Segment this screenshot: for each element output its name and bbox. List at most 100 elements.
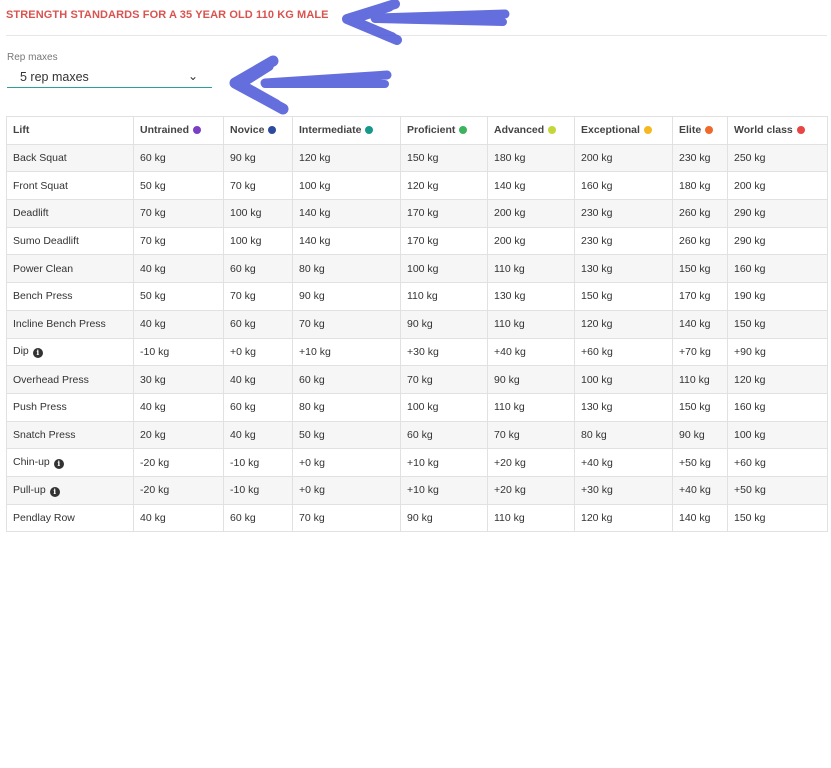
standard-value-cell: 150 kg — [672, 392, 728, 422]
standard-value-cell: 110 kg — [672, 365, 728, 394]
standard-value-cell: 80 kg — [574, 420, 673, 450]
standard-value-cell: 110 kg — [487, 254, 575, 284]
standard-value-cell: 90 kg — [672, 420, 728, 450]
standard-value-cell: 100 kg — [727, 420, 828, 450]
standard-value-cell: 130 kg — [574, 392, 673, 422]
standard-value-cell: +0 kg — [292, 475, 401, 505]
standard-value-cell: 40 kg — [223, 420, 293, 450]
standard-value-cell: 100 kg — [400, 392, 488, 422]
standard-value-cell: 200 kg — [727, 171, 828, 201]
table-row: Back Squat 60 kg 90 kg 120 kg 150 kg 180 kg 20… — [6, 143, 828, 173]
standard-value-cell: 70 kg — [487, 420, 575, 450]
lift-name: Back Squat — [13, 152, 67, 165]
info-icon[interactable]: i — [49, 486, 60, 497]
standard-value-cell: 140 kg — [487, 171, 575, 201]
table-row: Incline Bench Press 40 kg 60 kg 70 kg 90 kg 1… — [6, 309, 828, 339]
table-header-row: Lift Untrained Novice Intermediate Proficien… — [6, 116, 828, 145]
standard-value-cell: 110 kg — [487, 392, 575, 422]
standard-value-cell: 70 kg — [400, 365, 488, 394]
column-header-advanced: Advanced — [487, 116, 575, 145]
strength-standards-table: Lift Untrained Novice Intermediate Proficien… — [6, 116, 828, 533]
standard-value-cell: 100 kg — [223, 226, 293, 256]
lift-name: Pull-up — [13, 483, 46, 496]
level-dot-icon — [548, 125, 557, 134]
standard-value-cell: 70 kg — [133, 199, 224, 228]
level-dot-icon — [705, 125, 714, 134]
table-row: Pendlay Row 40 kg 60 kg 70 kg 90 kg 110 kg 120… — [6, 503, 828, 533]
standard-value-cell: 290 kg — [727, 226, 828, 256]
standard-value-cell: 70 kg — [223, 282, 293, 311]
info-icon[interactable]: i — [32, 348, 43, 359]
info-icon[interactable]: i — [53, 459, 64, 470]
standard-value-cell: 60 kg — [292, 365, 401, 394]
lift-name-cell: Front Squat — [6, 171, 134, 201]
standard-value-cell: 230 kg — [672, 143, 728, 173]
standard-value-cell: 170 kg — [400, 199, 488, 228]
standard-value-cell: 150 kg — [727, 503, 828, 533]
standard-value-cell: 70 kg — [292, 503, 401, 533]
column-header-label: Lift — [13, 124, 30, 137]
standard-value-cell: 120 kg — [292, 143, 401, 173]
standard-value-cell: 100 kg — [574, 365, 673, 394]
standard-value-cell: 160 kg — [727, 254, 828, 284]
standard-value-cell: +40 kg — [672, 475, 728, 505]
standard-value-cell: +20 kg — [487, 448, 575, 477]
standard-value-cell: 50 kg — [133, 171, 224, 201]
standard-value-cell: +40 kg — [487, 337, 575, 367]
standard-value-cell: +10 kg — [292, 337, 401, 367]
standard-value-cell: 150 kg — [400, 143, 488, 173]
lift-name-cell: Overhead Press — [6, 365, 134, 394]
rep-maxes-selected-value: 5 rep maxes — [20, 70, 89, 84]
standard-value-cell: 170 kg — [672, 282, 728, 311]
chevron-down-icon: ⌄ — [187, 69, 198, 83]
lift-name: Chin-up — [13, 456, 50, 469]
table-body: Back Squat 60 kg 90 kg 120 kg 150 kg 180 kg 20… — [6, 143, 828, 533]
lift-name-cell: Pendlay Row — [6, 503, 134, 533]
standard-value-cell: 60 kg — [223, 503, 293, 533]
rep-maxes-select[interactable]: 5 rep maxes ⌄ — [7, 66, 212, 88]
column-header-exceptional: Exceptional — [574, 116, 673, 145]
lift-name: Deadlift — [13, 207, 49, 220]
lift-name-cell: Back Squat — [6, 143, 134, 173]
standard-value-cell: 90 kg — [400, 309, 488, 339]
standard-value-cell: +30 kg — [574, 475, 673, 505]
standard-value-cell: 50 kg — [292, 420, 401, 450]
standard-value-cell: -20 kg — [133, 448, 224, 477]
lift-name: Front Squat — [13, 179, 68, 192]
standard-value-cell: 80 kg — [292, 392, 401, 422]
annotation-arrow-select — [229, 55, 392, 115]
column-header-intermediate: Intermediate — [292, 116, 401, 145]
standard-value-cell: +60 kg — [574, 337, 673, 367]
standard-value-cell: -10 kg — [223, 448, 293, 477]
annotation-arrow-title — [342, 0, 510, 45]
table-row: Chin-up i -20 kg -10 kg +0 kg +10 kg +20 kg +40… — [6, 448, 828, 477]
standard-value-cell: 180 kg — [672, 171, 728, 201]
lift-name: Push Press — [13, 401, 67, 414]
standard-value-cell: 260 kg — [672, 199, 728, 228]
standard-value-cell: +70 kg — [672, 337, 728, 367]
standard-value-cell: -20 kg — [133, 475, 224, 505]
standard-value-cell: 230 kg — [574, 199, 673, 228]
standard-value-cell: 250 kg — [727, 143, 828, 173]
standard-value-cell: 30 kg — [133, 365, 224, 394]
standard-value-cell: +40 kg — [574, 448, 673, 477]
standard-value-cell: 70 kg — [292, 309, 401, 339]
level-dot-icon — [193, 125, 202, 134]
standard-value-cell: 60 kg — [223, 309, 293, 339]
arrow-stroke — [229, 55, 392, 115]
lift-name-cell: Incline Bench Press — [6, 309, 134, 339]
lift-name: Snatch Press — [13, 428, 76, 441]
standard-value-cell: -10 kg — [223, 475, 293, 505]
level-dot-icon — [796, 125, 805, 134]
standard-value-cell: 130 kg — [487, 282, 575, 311]
column-header-lift: Lift — [6, 116, 134, 145]
standard-value-cell: 120 kg — [400, 171, 488, 201]
standard-value-cell: 90 kg — [400, 503, 488, 533]
column-header-label: Intermediate — [299, 124, 362, 137]
standard-value-cell: 260 kg — [672, 226, 728, 256]
lift-name: Bench Press — [13, 290, 73, 303]
standard-value-cell: 50 kg — [133, 282, 224, 311]
standard-value-cell: +50 kg — [672, 448, 728, 477]
standard-value-cell: 180 kg — [487, 143, 575, 173]
lift-name-cell: Dip i — [6, 337, 134, 367]
